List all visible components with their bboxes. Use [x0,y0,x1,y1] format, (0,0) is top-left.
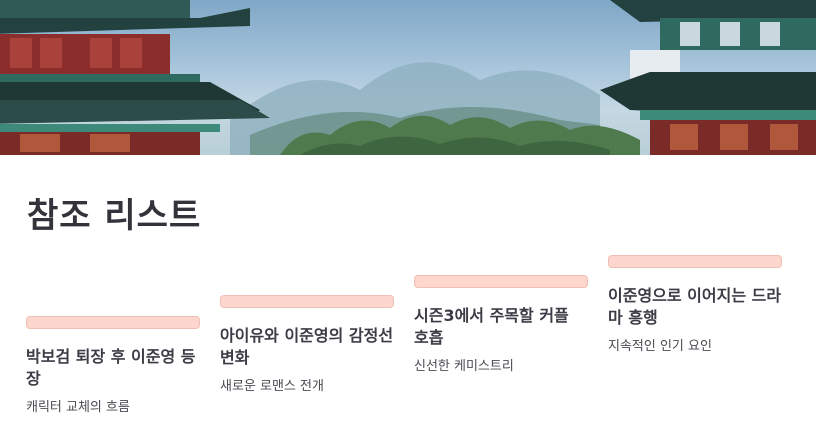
reference-card-1[interactable]: 박보검 퇴장 후 이준영 등장 캐릭터 교체의 흐름 [26,316,200,417]
card-accent-bar [26,316,200,329]
card-subtitle: 캐릭터 교체의 흐름 [26,400,130,415]
card-subtitle: 새로운 로맨스 전개 [220,379,324,394]
card-accent-bar [220,295,394,308]
palace-landscape-illustration [0,0,816,155]
card-accent-bar [414,275,588,288]
card-title[interactable]: 이준영으로 이어지는 드라마 흥행 [608,285,782,329]
card-accent-bar [608,255,782,268]
hero-banner-image [0,0,816,155]
card-title[interactable]: 아이유와 이준영의 감정선 변화 [220,325,394,369]
reference-card-3[interactable]: 시즌3에서 주목할 커플 호흡 신선한 케미스트리 [414,275,588,376]
reference-card-2[interactable]: 아이유와 이준영의 감정선 변화 새로운 로맨스 전개 [220,295,394,396]
card-subtitle: 신선한 케미스트리 [414,359,514,374]
card-title[interactable]: 시즌3에서 주목할 커플 호흡 [414,305,588,349]
card-subtitle: 지속적인 인기 요인 [608,339,712,354]
page-title: 참조 리스트 [27,196,202,236]
reference-card-4[interactable]: 이준영으로 이어지는 드라마 흥행 지속적인 인기 요인 [608,255,782,356]
card-title[interactable]: 박보검 퇴장 후 이준영 등장 [26,346,200,390]
